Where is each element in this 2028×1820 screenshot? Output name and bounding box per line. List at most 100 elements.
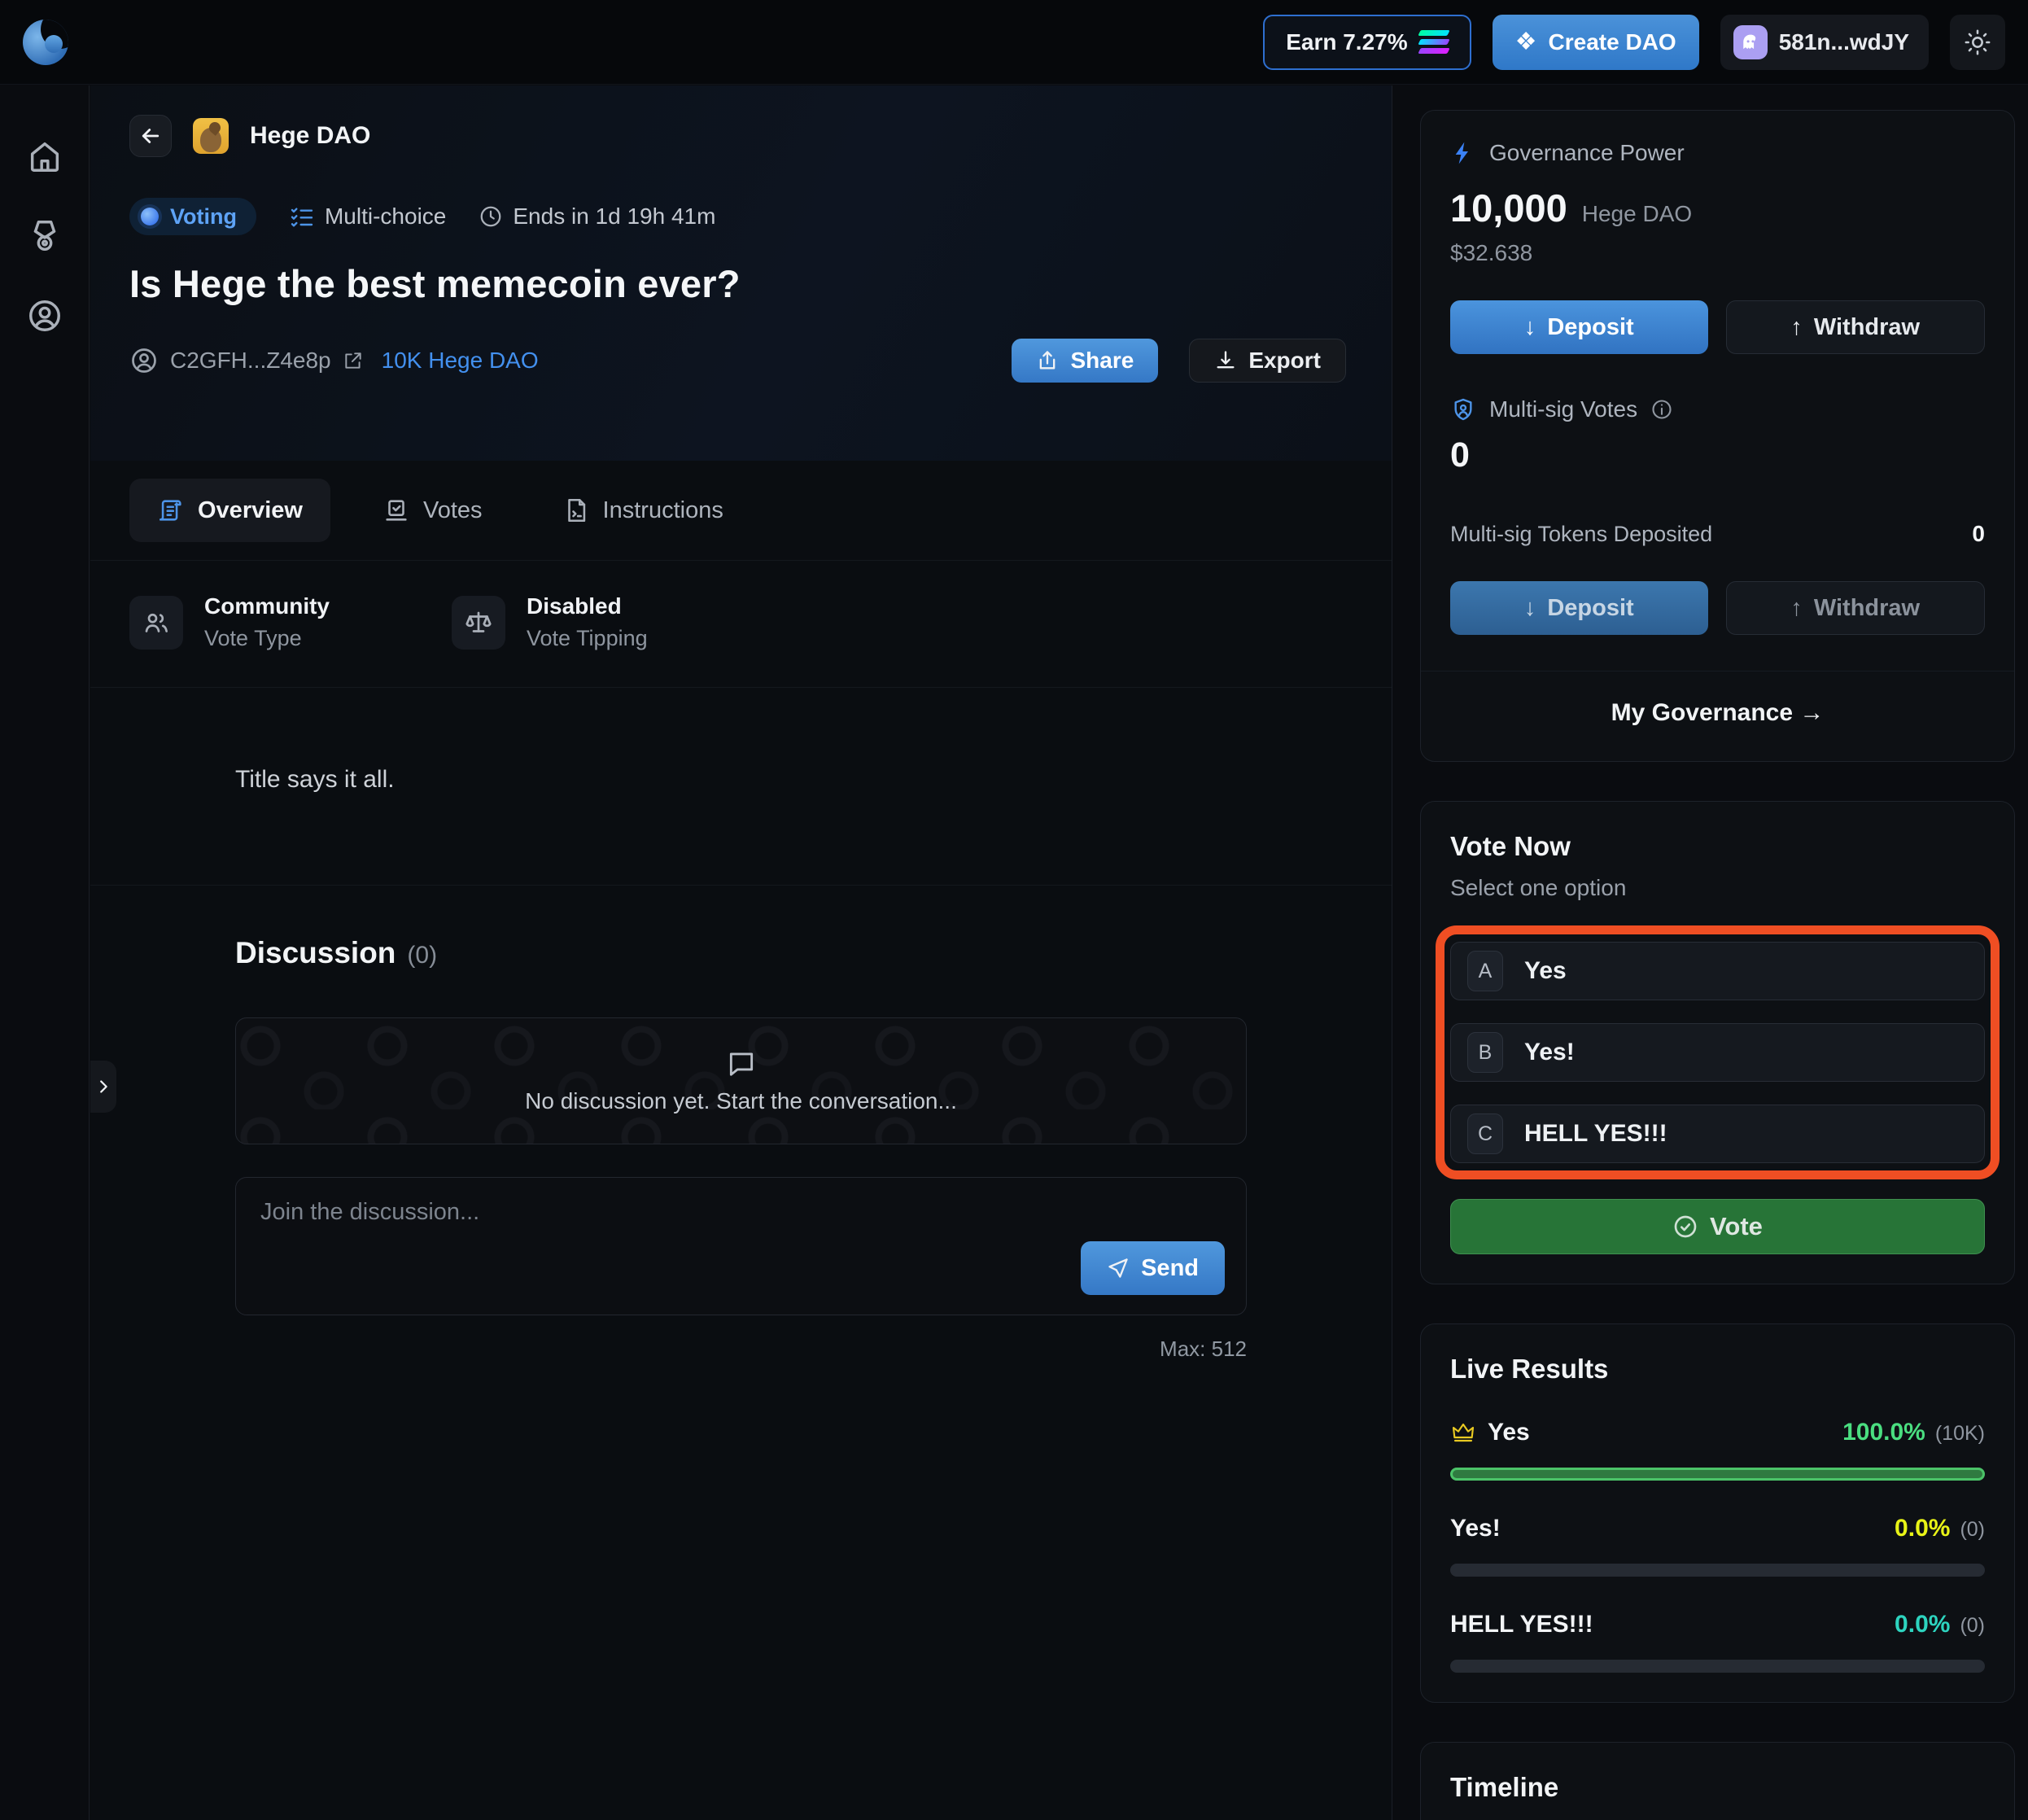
multisig-deposit-button[interactable]: ↓ Deposit bbox=[1450, 581, 1708, 635]
result-bar-track bbox=[1450, 1468, 1985, 1481]
vote-button[interactable]: Vote bbox=[1450, 1199, 1985, 1254]
vote-type-label: Vote Type bbox=[204, 626, 330, 651]
scales-icon bbox=[464, 608, 493, 637]
vote-tipping-item: Disabled Vote Tipping bbox=[452, 593, 648, 651]
result-count: (0) bbox=[1960, 1518, 1985, 1542]
proposal-description-section: Title says it all. bbox=[90, 688, 1392, 886]
type-badge: Multi-choice bbox=[289, 203, 446, 230]
profile-icon[interactable] bbox=[26, 297, 63, 335]
ballot-icon bbox=[382, 497, 410, 524]
back-button[interactable] bbox=[129, 115, 172, 157]
multisig-votes-label: Multi-sig Votes bbox=[1489, 396, 1637, 422]
result-row: Yes! 0.0% (0) bbox=[1450, 1515, 1985, 1577]
live-results-card: Live Results Yes 100.0% (10K) Yes! 0.0% … bbox=[1420, 1323, 2015, 1703]
vote-option-c[interactable]: C HELL YES!!! bbox=[1450, 1105, 1985, 1163]
vote-tipping-value: Disabled bbox=[527, 593, 648, 619]
proposal-author[interactable]: C2GFH...Z4e8p bbox=[129, 346, 364, 375]
discussion-input-box: Send bbox=[235, 1177, 1247, 1315]
result-row: Yes 100.0% (10K) bbox=[1450, 1419, 1985, 1481]
tab-instructions[interactable]: Instructions bbox=[535, 479, 751, 542]
status-badge: Voting bbox=[129, 198, 256, 235]
governance-power-title: Governance Power bbox=[1489, 140, 1685, 166]
tab-overview[interactable]: Overview bbox=[129, 479, 330, 542]
paper-plane-icon bbox=[1107, 1257, 1130, 1280]
medal-icon[interactable] bbox=[26, 217, 63, 255]
theme-toggle-button[interactable] bbox=[1950, 15, 2005, 70]
wallet-address: 581n...wdJY bbox=[1779, 29, 1909, 55]
vote-now-subtitle: Select one option bbox=[1450, 875, 1985, 901]
timeline-title: Timeline bbox=[1450, 1772, 1985, 1803]
dao-avatar[interactable] bbox=[193, 118, 229, 154]
solana-icon bbox=[1419, 30, 1449, 54]
discussion-title: Discussion bbox=[235, 936, 396, 970]
arrow-left-icon bbox=[138, 124, 163, 148]
live-results-title: Live Results bbox=[1450, 1354, 1985, 1385]
governance-power-usd: $32.638 bbox=[1450, 240, 1985, 266]
result-count: (0) bbox=[1960, 1614, 1985, 1638]
dao-name: Hege DAO bbox=[250, 122, 370, 150]
right-panel: Governance Power 10,000 Hege DAO $32.638… bbox=[1393, 85, 2028, 1820]
author-token-link[interactable]: 10K Hege DAO bbox=[382, 348, 539, 374]
scroll-icon bbox=[157, 497, 185, 524]
result-percent: 0.0% bbox=[1895, 1515, 1950, 1542]
discussion-input[interactable] bbox=[260, 1199, 933, 1293]
my-governance-link[interactable]: My Governance → bbox=[1421, 671, 2014, 732]
result-bar-track bbox=[1450, 1660, 1985, 1673]
left-sidebar bbox=[0, 85, 90, 1820]
vote-option-b[interactable]: B Yes! bbox=[1450, 1023, 1985, 1082]
info-icon[interactable] bbox=[1650, 398, 1673, 421]
governance-power-token: Hege DAO bbox=[1582, 201, 1692, 227]
vote-tipping-label: Vote Tipping bbox=[527, 626, 648, 651]
ends-in-badge: Ends in 1d 19h 41m bbox=[479, 203, 715, 230]
proposal-header: Hege DAO Voting Multi-choice Ends in 1d … bbox=[90, 85, 1392, 461]
wallet-button[interactable]: 581n...wdJY bbox=[1720, 15, 1929, 70]
author-address: C2GFH...Z4e8p bbox=[170, 348, 331, 374]
withdraw-button[interactable]: ↑ Withdraw bbox=[1726, 300, 1986, 354]
sun-icon bbox=[1964, 28, 1991, 56]
share-icon bbox=[1036, 349, 1059, 372]
phantom-wallet-icon bbox=[1733, 25, 1768, 59]
file-code-icon bbox=[562, 497, 590, 524]
export-button[interactable]: Export bbox=[1189, 339, 1346, 383]
proposal-title: Is Hege the best memecoin ever? bbox=[129, 261, 1346, 306]
vote-type-item: Community Vote Type bbox=[129, 593, 330, 651]
deposit-button[interactable]: ↓ Deposit bbox=[1450, 300, 1708, 354]
result-count: (10K) bbox=[1935, 1422, 1985, 1446]
result-percent: 0.0% bbox=[1895, 1611, 1950, 1638]
multisig-votes-value: 0 bbox=[1450, 435, 1985, 475]
main-content: Hege DAO Voting Multi-choice Ends in 1d … bbox=[90, 85, 1392, 1820]
lightning-icon bbox=[1450, 140, 1476, 166]
multisig-deposited-value: 0 bbox=[1972, 521, 1985, 547]
sidebar-expand-button[interactable] bbox=[90, 1061, 116, 1113]
discussion-empty-text: No discussion yet. Start the conversatio… bbox=[525, 1088, 957, 1114]
timeline-card: Timeline Created Oct 17, 2025, 4:02pm Vo… bbox=[1420, 1742, 2015, 1820]
download-icon bbox=[1214, 349, 1237, 372]
earn-button[interactable]: Earn 7.27% bbox=[1263, 15, 1471, 70]
discussion-section: Discussion (0) No discussion yet. Start … bbox=[90, 886, 1392, 1362]
multisig-withdraw-button[interactable]: ↑ Withdraw bbox=[1726, 581, 1986, 635]
home-icon[interactable] bbox=[26, 138, 63, 175]
create-dao-button[interactable]: ❖ Create DAO bbox=[1493, 15, 1699, 70]
app-logo[interactable] bbox=[23, 20, 68, 65]
proposal-description: Title says it all. bbox=[235, 766, 1247, 794]
discussion-count: (0) bbox=[407, 942, 437, 969]
option-key-badge: B bbox=[1467, 1032, 1503, 1073]
vote-options: A Yes B Yes! C HELL YES!!! bbox=[1450, 942, 1985, 1163]
arrow-down-icon: ↓ bbox=[1524, 314, 1536, 341]
crown-icon bbox=[1450, 1420, 1476, 1446]
send-button[interactable]: Send bbox=[1081, 1241, 1225, 1295]
discussion-max-label: Max: 512 bbox=[235, 1337, 1247, 1362]
top-bar: Earn 7.27% ❖ Create DAO 581n...wdJY bbox=[0, 0, 2028, 85]
multisig-deposited-label: Multi-sig Tokens Deposited bbox=[1450, 522, 1712, 547]
vote-now-card: Vote Now Select one option A Yes B Yes! … bbox=[1420, 801, 2015, 1284]
result-bar-fill bbox=[1450, 1468, 1985, 1481]
result-percent: 100.0% bbox=[1842, 1419, 1925, 1446]
share-button[interactable]: Share bbox=[1012, 339, 1158, 383]
chat-bubble-icon bbox=[726, 1048, 757, 1078]
arrow-up-icon: ↑ bbox=[1790, 314, 1803, 341]
tab-votes[interactable]: Votes bbox=[355, 479, 510, 542]
vote-option-a[interactable]: A Yes bbox=[1450, 942, 1985, 1000]
governance-power-card: Governance Power 10,000 Hege DAO $32.638… bbox=[1420, 110, 2015, 762]
vote-now-title: Vote Now bbox=[1450, 831, 1985, 862]
arrow-up-icon: ↑ bbox=[1790, 595, 1803, 622]
